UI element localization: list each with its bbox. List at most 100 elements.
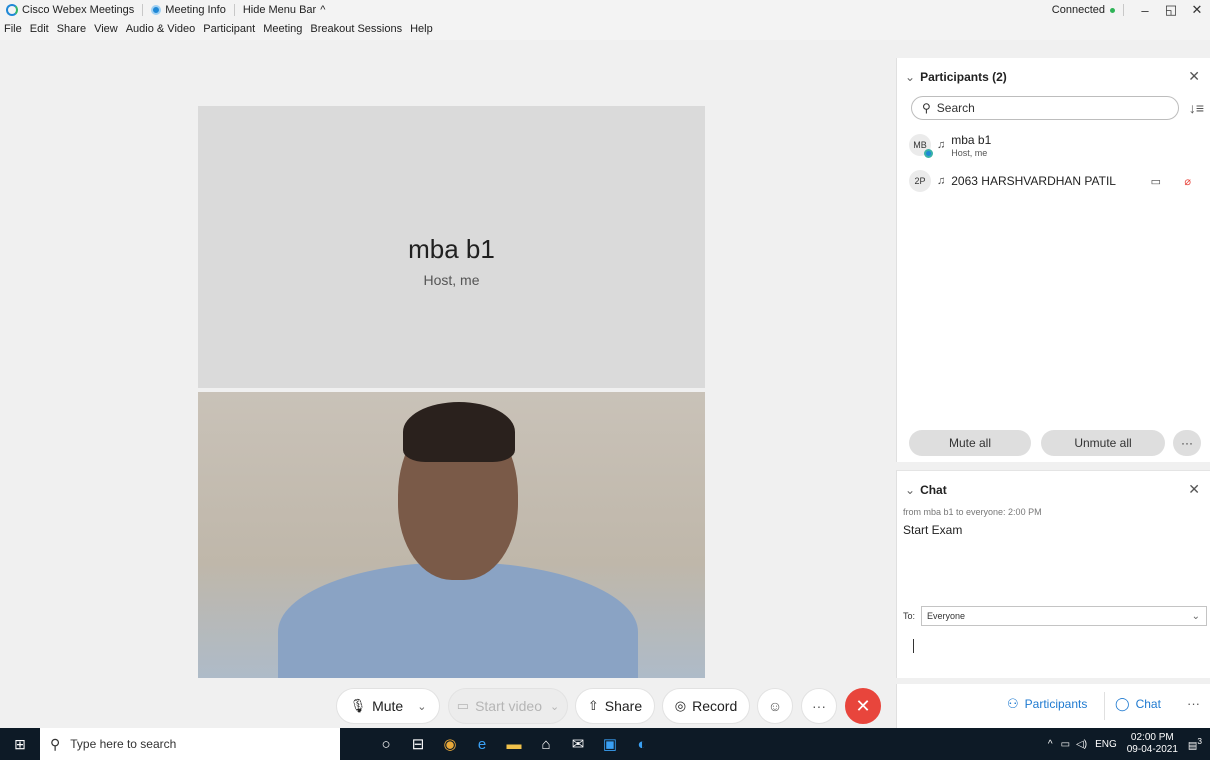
share-button[interactable]: ⇧ Share — [575, 688, 655, 724]
window-controls: Connected – ◱ ✕ — [1052, 0, 1210, 20]
panel-more-button[interactable]: ··· — [1187, 696, 1200, 711]
language-indicator[interactable]: ENG — [1095, 739, 1117, 750]
menu-audio-video[interactable]: Audio & Video — [126, 23, 196, 35]
hide-menu-bar-button[interactable]: Hide Menu Bar ^ — [243, 4, 326, 16]
tab-chat-label: Chat — [1135, 697, 1161, 711]
to-label: To: — [903, 611, 916, 621]
participant-search-input[interactable]: ⚲ Search — [911, 96, 1179, 120]
chevron-up-icon: ^ — [320, 4, 326, 16]
menu-help[interactable]: Help — [410, 23, 433, 35]
chat-header[interactable]: ⌄ Chat — [905, 483, 947, 497]
hide-menu-label: Hide Menu Bar — [242, 4, 317, 16]
participants-header[interactable]: ⌄ Participants (2) — [905, 70, 1007, 84]
chat-recipient: To: Everyone ⌄ — [903, 605, 1207, 627]
host-tile[interactable]: mba b1 Host, me — [198, 106, 705, 388]
participant-actions: Mute all Unmute all ··· — [909, 430, 1205, 458]
chevron-down-icon: ⌄ — [1191, 610, 1200, 622]
panel-tabs: ⚇ Participants ◯ Chat ··· — [896, 684, 1210, 728]
notification-icon[interactable]: ▤3 — [1188, 736, 1202, 751]
share-label: Share — [604, 698, 643, 714]
chat-close-button[interactable]: ✕ — [1188, 481, 1200, 498]
mute-button[interactable]: 🎙 Mute ⌄ — [336, 688, 440, 724]
menu-breakout-sessions[interactable]: Breakout Sessions — [310, 23, 402, 35]
chat-input[interactable] — [913, 639, 914, 653]
mute-label: Mute — [372, 698, 404, 714]
recipient-value: Everyone — [927, 611, 966, 621]
tab-chat[interactable]: ◯ Chat — [1115, 696, 1161, 712]
start-video-button[interactable]: ▭ Start video ⌄ — [448, 688, 568, 724]
cortana-icon[interactable]: ○ — [370, 728, 402, 760]
menu-view[interactable]: View — [94, 23, 118, 35]
ellipsis-icon: ··· — [812, 698, 826, 714]
sort-icon[interactable]: ↓≡ — [1189, 100, 1204, 116]
windows-taskbar: ⊞ ⚲ Type here to search ○ ⊟ ◉ e ▬ ⌂ ✉ ▣ … — [0, 728, 1210, 760]
microphone-icon: 🎙 — [349, 698, 367, 713]
meeting-info-button[interactable]: Meeting Info — [151, 4, 226, 16]
chat-title: Chat — [920, 483, 947, 497]
mail-icon[interactable]: ✉ — [562, 728, 594, 760]
chrome-icon[interactable]: ◉ — [434, 728, 466, 760]
participant-video-tile[interactable] — [198, 392, 705, 678]
mute-all-button[interactable]: Mute all — [909, 430, 1031, 456]
record-icon: ◎ — [674, 698, 687, 713]
restore-button[interactable]: ◱ — [1158, 2, 1184, 18]
participant-row-host[interactable]: MB ♫ mba b1 Host, me — [909, 130, 1205, 160]
system-tray: ^ ▭ ◁) ENG 02:00 PM 09-04-2021 ▤3 — [1048, 728, 1202, 760]
close-icon: ✕ — [855, 695, 871, 716]
info-icon — [151, 5, 162, 15]
microphone-muted-icon[interactable]: ⌀ — [1184, 175, 1191, 188]
tab-participants-label: Participants — [1024, 697, 1088, 711]
avatar: MB — [909, 134, 933, 158]
menu-meeting[interactable]: Meeting — [263, 23, 302, 35]
end-meeting-button[interactable]: ✕ — [845, 688, 881, 724]
windows-start-icon[interactable]: ⊞ — [0, 728, 40, 760]
chevron-up-icon[interactable]: ^ — [1048, 739, 1053, 750]
participant-more-button[interactable]: ··· — [1173, 430, 1201, 456]
meeting-controls: 🎙 Mute ⌄ ▭ Start video ⌄ ⇧ Share ◎ Recor… — [0, 684, 896, 728]
participants-title: Participants (2) — [920, 70, 1007, 84]
file-explorer-icon[interactable]: ▬ — [498, 728, 530, 760]
video-person-hair — [403, 402, 515, 462]
chevron-down-icon: ⌄ — [905, 483, 916, 497]
record-button[interactable]: ◎ Record — [662, 688, 750, 724]
webex-taskbar-icon[interactable]: ◐ — [626, 728, 658, 760]
chat-bubble-icon: ◯ — [1115, 696, 1130, 711]
video-options-chevron-icon[interactable]: ⌄ — [550, 700, 559, 713]
participant-info: mba b1 Host, me — [951, 133, 991, 158]
menu-edit[interactable]: Edit — [30, 23, 49, 35]
taskbar-search-placeholder: Type here to search — [70, 737, 177, 751]
participants-close-button[interactable]: ✕ — [1188, 68, 1200, 85]
share-icon: ⇧ — [587, 698, 599, 713]
menu-participant[interactable]: Participant — [203, 23, 255, 35]
more-options-button[interactable]: ··· — [801, 688, 837, 724]
close-button[interactable]: ✕ — [1184, 2, 1210, 18]
title-row: Cisco Webex Meetings Meeting Info Hide M… — [0, 0, 1210, 20]
video-off-icon: ▭ — [456, 698, 470, 713]
search-icon: ⚲ — [50, 735, 61, 752]
meeting-info-label: Meeting Info — [165, 4, 226, 16]
chat-message-meta: from mba b1 to everyone: 2:00 PM — [903, 507, 1042, 517]
network-icon[interactable]: ▭ — [1061, 739, 1070, 750]
unmute-all-button[interactable]: Unmute all — [1041, 430, 1165, 456]
task-view-icon[interactable]: ⊟ — [402, 728, 434, 760]
menu-share[interactable]: Share — [57, 23, 86, 35]
divider — [1104, 692, 1105, 720]
mute-options-chevron-icon[interactable]: ⌄ — [417, 700, 426, 713]
reactions-button[interactable]: ☺ — [757, 688, 793, 724]
participants-panel: ⌄ Participants (2) ✕ ⚲ Search ↓≡ MB ♫ mb… — [896, 58, 1210, 462]
participant-row[interactable]: 2P ♫ 2063 HARSHVARDHAN PATIL ▭ ⌀ — [909, 166, 1205, 196]
minimize-button[interactable]: – — [1132, 3, 1158, 18]
headset-icon: ♫ — [937, 175, 946, 187]
taskbar-search-input[interactable]: ⚲ Type here to search — [40, 728, 340, 760]
host-role: Host, me — [423, 272, 480, 288]
app-icon[interactable]: ▣ — [594, 728, 626, 760]
edge-icon[interactable]: e — [466, 728, 498, 760]
recipient-select[interactable]: Everyone ⌄ — [921, 606, 1207, 626]
tab-participants[interactable]: ⚇ Participants — [1007, 696, 1087, 712]
menu-file[interactable]: File — [4, 23, 22, 35]
camera-icon[interactable]: ▭ — [1151, 175, 1161, 188]
headset-icon: ♫ — [937, 139, 946, 151]
volume-icon[interactable]: ◁) — [1076, 739, 1087, 750]
store-icon[interactable]: ⌂ — [530, 728, 562, 760]
clock[interactable]: 02:00 PM 09-04-2021 — [1127, 732, 1178, 756]
